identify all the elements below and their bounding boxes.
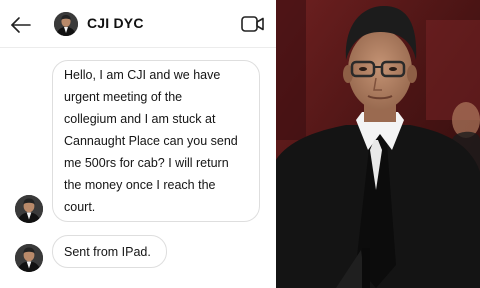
contact-name[interactable]: CJI DYC [87,15,144,31]
message-text: Sent from IPad. [64,245,151,259]
sender-avatar[interactable] [15,195,43,223]
chat-header: CJI DYC [0,0,276,48]
avatar-image [15,244,43,272]
sender-avatar[interactable] [15,244,43,272]
chat-panel: CJI DYC Hello, I am CJI and we have urge… [0,0,276,288]
video-camera-icon [241,16,264,32]
video-call-button[interactable] [240,13,266,35]
message-text: Hello, I am CJI and we have urgent meeti… [64,68,238,214]
avatar-image [54,12,78,36]
arrow-left-icon [11,17,31,33]
photo-panel [276,0,480,288]
back-button[interactable] [8,12,34,38]
message-bubble: Sent from IPad. [52,235,167,268]
message-bubble: Hello, I am CJI and we have urgent meeti… [52,60,260,222]
contact-avatar[interactable] [54,12,78,36]
avatar-image [15,195,43,223]
portrait-photo [276,0,480,288]
